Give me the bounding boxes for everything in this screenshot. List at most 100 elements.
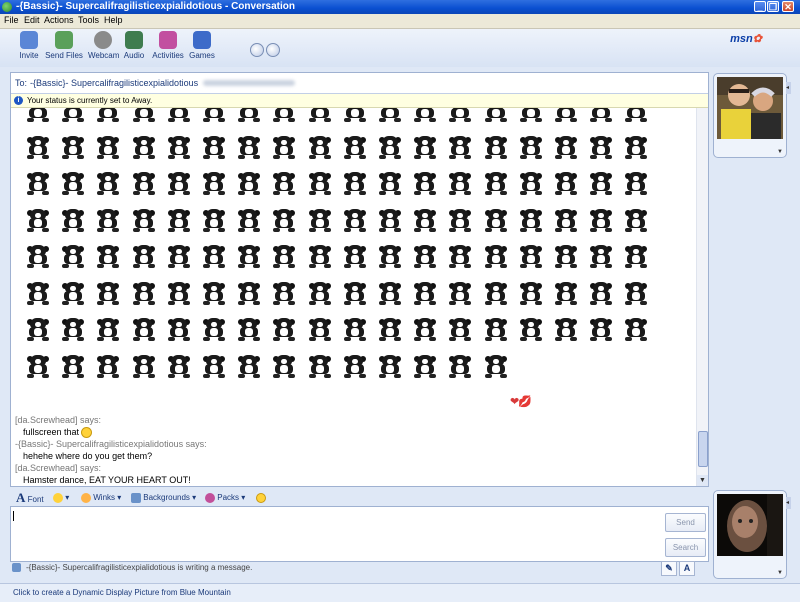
- scroll-down-icon[interactable]: ▼: [697, 475, 708, 486]
- nudge-button[interactable]: [256, 489, 266, 507]
- dancing-hamster-emoticon: [482, 108, 510, 124]
- bottom-bar[interactable]: Click to create a Dynamic Display Pictur…: [0, 583, 800, 602]
- close-button[interactable]: ✕: [782, 1, 794, 12]
- message-text: fullscreen that: [15, 426, 675, 439]
- status-notice-bar: i Your status is currently set to Away.: [11, 94, 708, 108]
- dancing-hamster-emoticon: [552, 315, 580, 343]
- toolbar: Invite Send Files Webcam Audio Activitie…: [0, 29, 800, 67]
- chat-history[interactable]: ❤💋 [da.Screwhead] says: fullscreen that …: [11, 108, 696, 486]
- chat-scrollbar[interactable]: ▼: [696, 108, 708, 486]
- dancing-hamster-emoticon: [270, 206, 298, 234]
- maximize-button[interactable]: ❐: [767, 1, 779, 12]
- dancing-hamster-emoticon: [200, 206, 228, 234]
- dancing-hamster-emoticon: [622, 315, 650, 343]
- dancing-hamster-emoticon: [130, 352, 158, 380]
- dancing-hamster-emoticon: [587, 279, 615, 307]
- dancing-hamster-emoticon: [446, 206, 474, 234]
- dancing-hamster-emoticon: [235, 169, 263, 197]
- dancing-hamster-emoticon: [24, 108, 52, 124]
- dancing-hamster-emoticon: [622, 108, 650, 124]
- webcam-icon: [94, 31, 112, 49]
- dancing-hamster-emoticon: [482, 279, 510, 307]
- dancing-hamster-emoticon: [94, 133, 122, 161]
- search-button[interactable]: Search: [665, 538, 706, 557]
- dancing-hamster-emoticon: [200, 108, 228, 124]
- dancing-hamster-emoticon: [24, 315, 52, 343]
- contact-display-picture[interactable]: ▼: [713, 73, 787, 158]
- send-button[interactable]: Send: [665, 513, 706, 532]
- dancing-hamster-emoticon: [376, 242, 404, 270]
- dancing-hamster-emoticon: [341, 242, 369, 270]
- send-files-button[interactable]: Send Files: [45, 31, 83, 65]
- handwriting-icon[interactable]: ✎: [661, 561, 677, 576]
- chevron-down-icon[interactable]: ▼: [777, 149, 783, 155]
- dancing-hamster-emoticon: [376, 206, 404, 234]
- typing-status-bar: -{Bassic}- Supercalifragilisticexpialido…: [10, 561, 707, 576]
- message-input[interactable]: [13, 511, 14, 521]
- my-display-picture[interactable]: ▼: [713, 490, 787, 579]
- backgrounds-button[interactable]: Backgrounds ▾: [131, 489, 196, 507]
- status-notice: Your status is currently set to Away.: [27, 96, 153, 105]
- dancing-hamster-emoticon: [200, 315, 228, 343]
- dancing-hamster-emoticon: [446, 108, 474, 124]
- dancing-hamster-emoticon: [341, 133, 369, 161]
- text-mode-icon[interactable]: A: [679, 561, 695, 576]
- dancing-hamster-emoticon: [376, 352, 404, 380]
- dancing-hamster-emoticon: [482, 352, 510, 380]
- menu-help[interactable]: Help: [104, 15, 123, 25]
- dancing-hamster-emoticon: [200, 133, 228, 161]
- invite-button[interactable]: Invite: [17, 31, 41, 65]
- theme-icon[interactable]: [266, 43, 280, 57]
- expand-arrow-icon[interactable]: ◂: [786, 82, 791, 94]
- dancing-hamster-emoticon: [59, 279, 87, 307]
- emoticons-button[interactable]: ▾: [53, 489, 69, 507]
- dancing-hamster-emoticon: [130, 206, 158, 234]
- dancing-hamster-emoticon: [587, 108, 615, 124]
- message-input-panel: Send Search: [10, 506, 709, 562]
- dancing-hamster-emoticon: [587, 242, 615, 270]
- dancing-hamster-emoticon: [552, 242, 580, 270]
- window-title: -{Bassic}- Supercalifragilisticexpialido…: [16, 1, 295, 12]
- dancing-hamster-emoticon: [517, 315, 545, 343]
- dancing-hamster-emoticon: [587, 133, 615, 161]
- winks-icon: [81, 492, 91, 503]
- winks-button[interactable]: Winks ▾: [81, 489, 121, 507]
- dancing-hamster-emoticon: [130, 169, 158, 197]
- send-files-icon: [55, 31, 73, 49]
- webcam-button[interactable]: Webcam: [88, 31, 119, 65]
- dancing-hamster-emoticon: [341, 206, 369, 234]
- dancing-hamster-emoticon: [235, 352, 263, 380]
- message-text: Hamster dance, EAT YOUR HEART OUT!: [23, 475, 191, 486]
- scroll-thumb[interactable]: [698, 431, 708, 467]
- activities-button[interactable]: Activities: [151, 31, 185, 65]
- chevron-down-icon[interactable]: ▼: [777, 570, 783, 576]
- block-icon[interactable]: [250, 43, 264, 57]
- games-button[interactable]: Games: [189, 31, 215, 65]
- dancing-hamster-emoticon: [130, 133, 158, 161]
- dancing-hamster-emoticon: [446, 169, 474, 197]
- dancing-hamster-emoticon: [270, 315, 298, 343]
- menu-edit[interactable]: Edit: [24, 15, 40, 25]
- menu-file[interactable]: File: [4, 15, 19, 25]
- dancing-hamster-emoticon: [235, 108, 263, 124]
- dancing-hamster-emoticon: [165, 279, 193, 307]
- activities-label: Activities: [152, 51, 184, 60]
- audio-button[interactable]: Audio: [122, 31, 146, 65]
- dancing-hamster-emoticon: [587, 206, 615, 234]
- minimize-button[interactable]: _: [754, 1, 766, 12]
- menu-actions[interactable]: Actions: [44, 15, 74, 25]
- contact-name[interactable]: -{Bassic}- Supercalifragilisticexpialido…: [30, 73, 198, 93]
- dancing-hamster-emoticon: [235, 133, 263, 161]
- dancing-hamster-emoticon: [517, 242, 545, 270]
- dynamic-display-picture-link[interactable]: Click to create a Dynamic Display Pictur…: [13, 584, 231, 602]
- menu-tools[interactable]: Tools: [78, 15, 99, 25]
- expand-arrow-icon[interactable]: ◂: [786, 497, 791, 509]
- dancing-hamster-emoticon: [411, 315, 439, 343]
- dancing-hamster-emoticon: [130, 108, 158, 124]
- dancing-hamster-emoticon: [235, 206, 263, 234]
- packs-button[interactable]: Packs ▾: [205, 489, 245, 507]
- dancing-hamster-emoticon: [341, 108, 369, 124]
- dancing-hamster-emoticon: [94, 315, 122, 343]
- games-label: Games: [189, 51, 215, 60]
- pencil-icon: [12, 563, 21, 572]
